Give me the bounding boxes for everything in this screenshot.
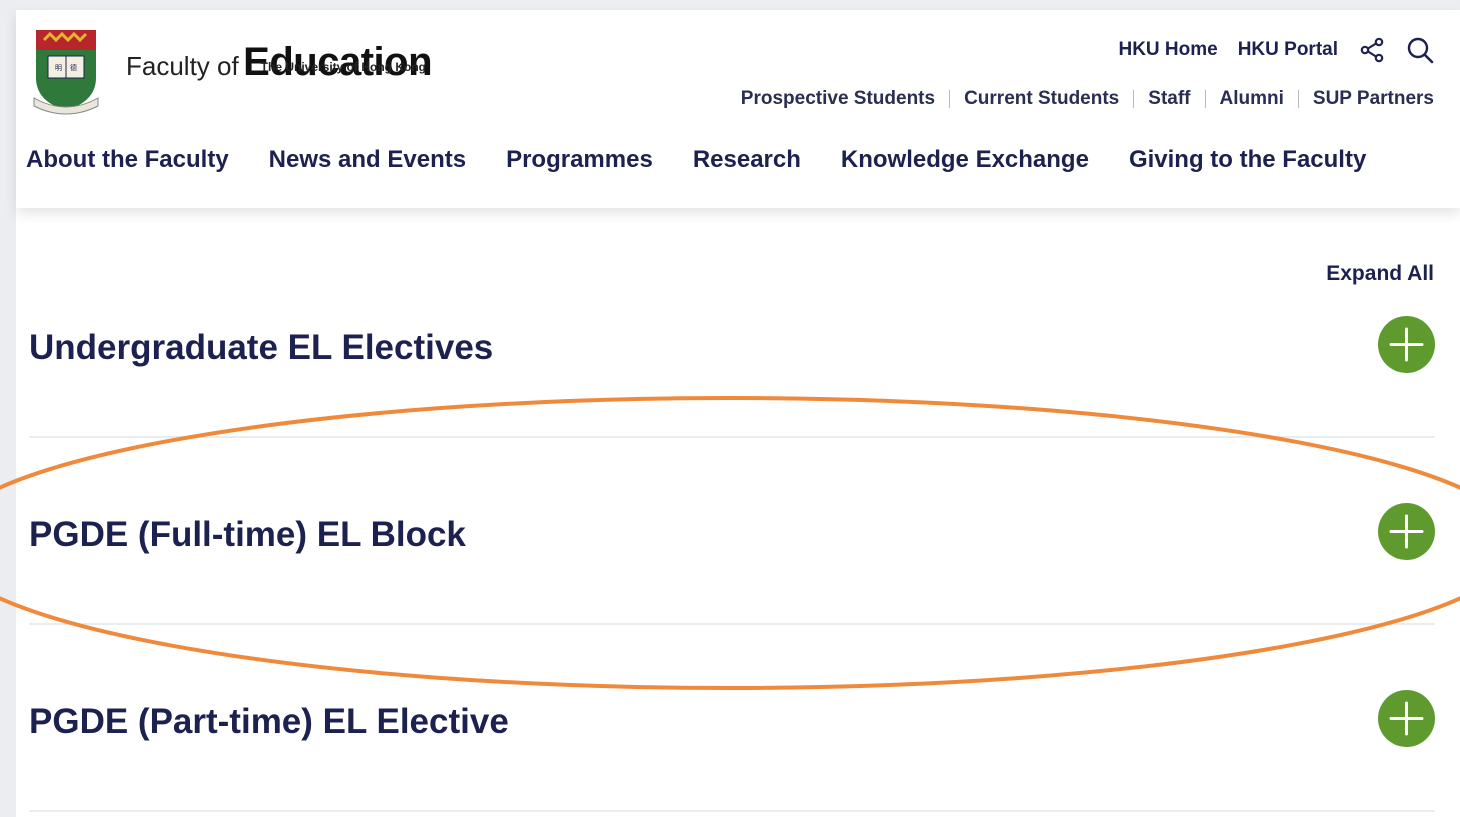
main-navigation: About the Faculty News and Events Progra… xyxy=(26,146,1366,174)
share-icon[interactable] xyxy=(1358,36,1386,64)
accordion-title[interactable]: PGDE (Full-time) EL Block xyxy=(29,515,466,555)
current-students-link[interactable]: Current Students xyxy=(949,89,1133,108)
accordion-item-pgde-part-time[interactable]: PGDE (Part-time) EL Elective xyxy=(29,624,1435,812)
hku-portal-link[interactable]: HKU Portal xyxy=(1238,39,1338,61)
site-header: 明 德 Faculty of Education The University … xyxy=(16,10,1460,208)
nav-giving-to-the-faculty[interactable]: Giving to the Faculty xyxy=(1129,146,1366,174)
expand-toggle-button[interactable] xyxy=(1378,316,1435,373)
accordion-item-undergraduate[interactable]: Undergraduate EL Electives xyxy=(29,250,1435,438)
nav-about-the-faculty[interactable]: About the Faculty xyxy=(26,146,229,174)
hku-home-link[interactable]: HKU Home xyxy=(1118,39,1217,61)
prospective-students-link[interactable]: Prospective Students xyxy=(741,89,949,108)
university-name: The University of Hong Kong xyxy=(260,60,426,74)
audience-links: Prospective Students Current Students St… xyxy=(741,89,1434,108)
accordion-title[interactable]: Undergraduate EL Electives xyxy=(29,328,493,368)
nav-knowledge-exchange[interactable]: Knowledge Exchange xyxy=(841,146,1089,174)
nav-news-and-events[interactable]: News and Events xyxy=(269,146,466,174)
svg-text:德: 德 xyxy=(70,63,77,72)
svg-text:明: 明 xyxy=(55,64,62,72)
utility-links: HKU Home HKU Portal xyxy=(1118,36,1434,64)
hku-crest-logo[interactable]: 明 德 xyxy=(28,26,104,116)
expand-toggle-button[interactable] xyxy=(1378,503,1435,560)
plus-icon xyxy=(1389,327,1424,362)
accordion-item-pgde-full-time[interactable]: PGDE (Full-time) EL Block xyxy=(29,437,1435,625)
accordion-title[interactable]: PGDE (Part-time) EL Elective xyxy=(29,702,509,742)
nav-research[interactable]: Research xyxy=(693,146,801,174)
expand-toggle-button[interactable] xyxy=(1378,690,1435,747)
page-card: 明 德 Faculty of Education The University … xyxy=(16,10,1460,817)
plus-icon xyxy=(1389,514,1424,549)
staff-link[interactable]: Staff xyxy=(1133,89,1204,108)
nav-programmes[interactable]: Programmes xyxy=(506,146,653,174)
alumni-link[interactable]: Alumni xyxy=(1204,89,1298,108)
sup-partners-link[interactable]: SUP Partners xyxy=(1297,89,1434,108)
search-icon[interactable] xyxy=(1406,36,1434,64)
plus-icon xyxy=(1389,701,1424,736)
